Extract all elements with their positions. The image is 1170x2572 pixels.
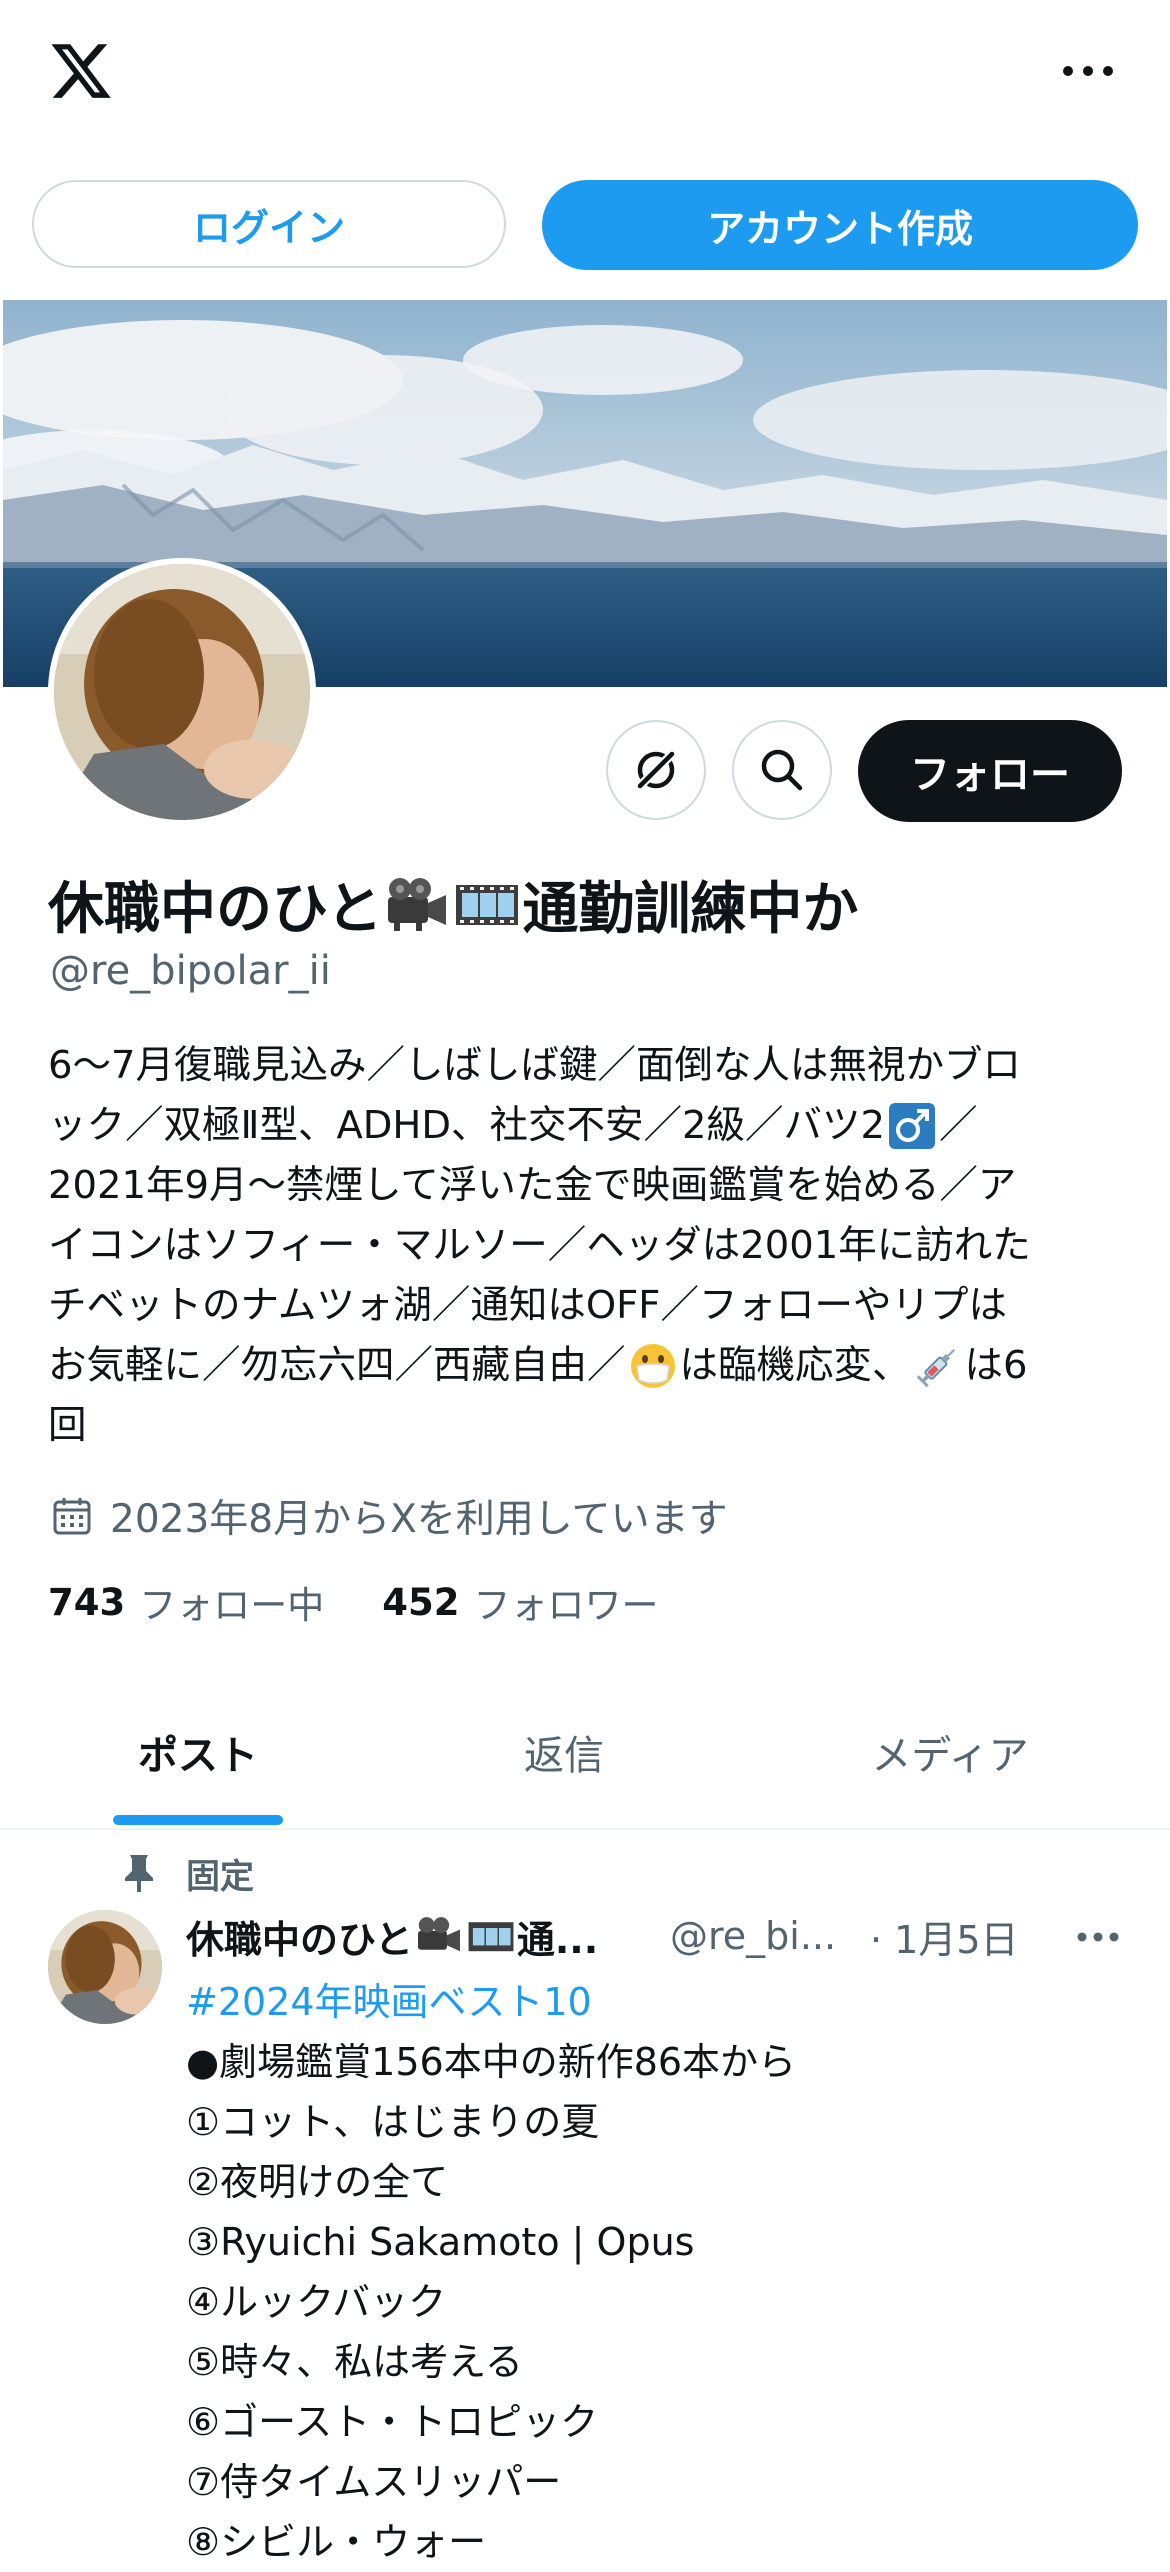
profile-handle: @re_bipolar_ii bbox=[50, 948, 331, 994]
post-author-name-tail: 通... bbox=[516, 1917, 599, 1962]
tab-posts[interactable]: ポスト bbox=[48, 1712, 348, 1792]
pinned-indicator: 固定 bbox=[122, 1845, 254, 1901]
post-author-avatar[interactable] bbox=[48, 1910, 162, 2024]
create-account-button[interactable]: アカウント作成 bbox=[542, 180, 1138, 270]
display-name-start: 休職中のひと bbox=[48, 876, 383, 942]
bio-text: ック／双極Ⅱ型、ADHD、社交不安／2級／バツ2 bbox=[48, 1103, 886, 1148]
post-line: ⑦侍タイムスリッパー bbox=[186, 2460, 562, 2504]
joined-text: 2023年8月からXを利用しています bbox=[110, 1497, 728, 1542]
bio-text: ／ bbox=[939, 1103, 978, 1148]
male-sign-icon bbox=[889, 1103, 936, 1149]
bio-line: お気軽に／勿忘六四／西藏自由／ は臨機応変、 は6 bbox=[48, 1336, 1128, 1396]
login-button[interactable]: ログイン bbox=[32, 180, 506, 268]
profile-bio: 6〜7月復職見込み／しばしば鍵／面倒な人は無視かブロ ック／双極Ⅱ型、ADHD、… bbox=[48, 1036, 1128, 1456]
tab-media[interactable]: メディア bbox=[800, 1712, 1100, 1792]
follow-button[interactable]: フォロー bbox=[858, 720, 1122, 822]
profile-display-name: 休職中のひと 通勤訓練中か bbox=[48, 864, 858, 944]
film-projector-icon bbox=[417, 1917, 460, 1952]
film-projector-icon bbox=[388, 878, 447, 931]
x-logo-icon[interactable] bbox=[48, 38, 114, 104]
post-author-name-text: 休職中のひと bbox=[186, 1917, 413, 1962]
post-hashtag[interactable]: #2024年映画ベスト10 bbox=[186, 1972, 796, 2032]
tab-divider bbox=[0, 1828, 1170, 1830]
display-name-end: 通勤訓練中か bbox=[522, 876, 859, 942]
active-tab-indicator bbox=[113, 1815, 283, 1825]
bio-line: 6〜7月復職見込み／しばしば鍵／面倒な人は無視かブロ bbox=[48, 1043, 1021, 1088]
post-author-name[interactable]: 休職中のひと 通... bbox=[186, 1909, 638, 1964]
pinned-label: 固定 bbox=[186, 1856, 254, 1897]
following-count: 743 bbox=[48, 1580, 126, 1624]
bio-line: ック／双極Ⅱ型、ADHD、社交不安／2級／バツ2 ／ bbox=[48, 1096, 1128, 1156]
followers-label: フォロワー bbox=[473, 1584, 659, 1627]
grok-icon bbox=[635, 749, 677, 791]
bio-text: お気軽に／勿忘六四／西藏自由／ bbox=[48, 1343, 626, 1388]
post-line: ●劇場鑑賞156本中の新作86本から bbox=[186, 2040, 797, 2084]
post-line: ⑥ゴースト・トロピック bbox=[186, 2400, 599, 2444]
syringe-icon bbox=[916, 1349, 955, 1388]
following-label: フォロー中 bbox=[139, 1584, 325, 1627]
post-line: ①コット、はじまりの夏 bbox=[186, 2100, 600, 2144]
followers-count: 452 bbox=[382, 1580, 460, 1624]
post-line: ④ルックバック bbox=[186, 2280, 447, 2324]
bio-line: イコンはソフィー・マルソー／ヘッダは2001年に訪れた bbox=[48, 1223, 1031, 1268]
post-header: 休職中のひと 通... @re_bi... · 1月5日 bbox=[186, 1906, 1019, 1966]
bio-line: チベットのナムツォ湖／通知はOFF／フォローやリプは bbox=[48, 1283, 1007, 1328]
post-more-icon[interactable] bbox=[1076, 1930, 1120, 1944]
pin-icon bbox=[125, 1855, 153, 1892]
bio-text: は臨機応変、 bbox=[679, 1343, 911, 1388]
follow-stats: 743 フォロー中 452 フォロワー bbox=[48, 1572, 658, 1632]
post-line: ⑧シビル・ウォー bbox=[186, 2520, 487, 2564]
tab-replies[interactable]: 返信 bbox=[414, 1712, 714, 1792]
bio-text: は6 bbox=[964, 1343, 1028, 1388]
film-frames-icon bbox=[468, 1922, 514, 1952]
post-body: #2024年映画ベスト10 ●劇場鑑賞156本中の新作86本から ①コット、はじ… bbox=[186, 1972, 796, 2572]
search-profile-button[interactable] bbox=[732, 720, 832, 820]
more-options-icon[interactable] bbox=[1060, 60, 1116, 82]
film-frames-icon bbox=[456, 885, 519, 925]
grok-button[interactable] bbox=[606, 720, 706, 820]
post-line: ③Ryuichi Sakamoto | Opus bbox=[186, 2220, 695, 2264]
post-author-handle[interactable]: @re_bi... bbox=[670, 1914, 850, 1958]
bio-line: 2021年9月〜禁煙して浮いた金で映画鑑賞を始める／ア bbox=[48, 1163, 1017, 1208]
post-line: ②夜明けの全て bbox=[186, 2160, 449, 2204]
face-with-mask-icon bbox=[630, 1344, 675, 1388]
joined-date: 2023年8月からXを利用しています bbox=[52, 1486, 728, 1546]
followers-link[interactable]: 452 フォロワー bbox=[382, 1575, 658, 1629]
calendar-icon bbox=[53, 1498, 91, 1535]
post-date[interactable]: · 1月5日 bbox=[870, 1909, 1019, 1964]
profile-avatar[interactable] bbox=[48, 558, 316, 826]
search-icon bbox=[761, 749, 803, 791]
bio-line: 回 bbox=[48, 1403, 87, 1448]
following-link[interactable]: 743 フォロー中 bbox=[48, 1575, 324, 1629]
post-line: ⑤時々、私は考える bbox=[186, 2340, 523, 2384]
